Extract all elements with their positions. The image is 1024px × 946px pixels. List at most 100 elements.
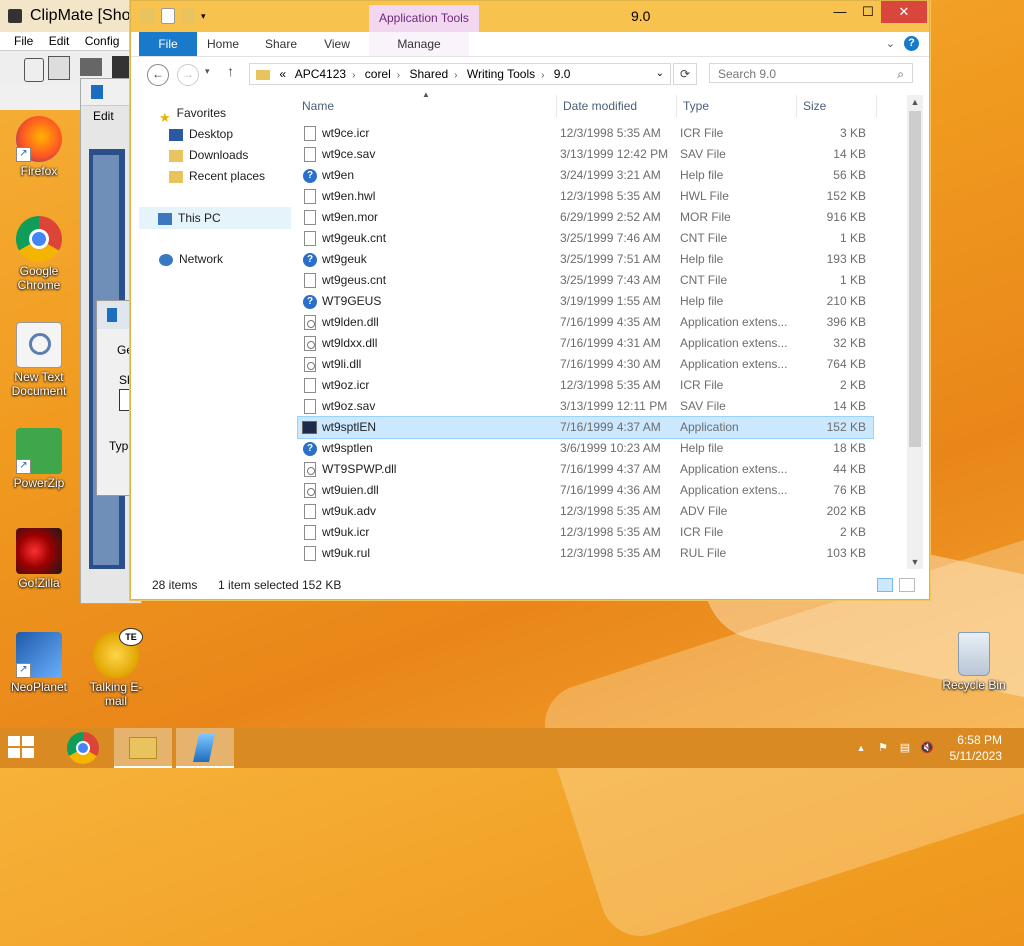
column-header-type[interactable]: Type xyxy=(677,95,797,117)
desktop-icon-firefox[interactable]: ↗ Firefox xyxy=(3,116,75,178)
show-hidden-icons-icon[interactable]: ▲ xyxy=(854,741,868,755)
file-row[interactable]: ? wt9en 3/24/1999 3:21 AM Help file 56 KB xyxy=(298,165,873,186)
address-bar[interactable]: « APC4123 › corel › Shared › Writing Tools ›… xyxy=(249,63,671,85)
close-button[interactable]: ✕ xyxy=(881,1,927,23)
back-button[interactable]: ← xyxy=(147,64,169,86)
volume-muted-icon[interactable]: 🔇 xyxy=(920,741,934,755)
file-row[interactable]: wt9uk.icr 12/3/1998 5:35 AM ICR File 2 KB xyxy=(298,522,873,543)
file-row[interactable]: ? wt9sptlen 3/6/1999 10:23 AM Help file 18 K… xyxy=(298,438,873,459)
forward-button[interactable]: → xyxy=(177,64,199,86)
minimize-button[interactable]: — xyxy=(825,1,855,23)
nav-favorites[interactable]: ★ Favorites xyxy=(159,103,226,125)
desktop-icon-neoplanet[interactable]: ↗ NeoPlanet xyxy=(3,632,75,694)
notepad-icon[interactable] xyxy=(48,56,70,80)
desktop-icon-talking-email[interactable]: TE Talking E-mail xyxy=(80,628,152,708)
file-row[interactable]: WT9SPWP.dll 7/16/1999 4:37 AM Application … xyxy=(298,459,873,480)
menu-edit[interactable]: Edit xyxy=(49,34,70,48)
desktop-icon-new-text-document[interactable]: New Text Document xyxy=(3,322,75,398)
file-type: Help file xyxy=(680,294,724,308)
search-icon[interactable]: ⌕ xyxy=(897,64,904,84)
breadcrumb-separator-icon[interactable]: › xyxy=(352,70,355,81)
file-name: wt9geuk.cnt xyxy=(322,231,387,245)
file-row[interactable]: wt9uien.dll 7/16/1999 4:36 AM Application … xyxy=(298,480,873,501)
refresh-button[interactable]: ⟳ xyxy=(673,63,697,85)
breadcrumb-separator-icon[interactable]: › xyxy=(397,70,400,81)
file-row[interactable]: wt9en.mor 6/29/1999 2:52 AM MOR File 916 KB xyxy=(298,207,873,228)
file-row[interactable]: wt9uk.adv 12/3/1998 5:35 AM ADV File 202 KB xyxy=(298,501,873,522)
tab-view[interactable]: View xyxy=(311,32,363,56)
breadcrumb-separator-icon[interactable]: › xyxy=(454,70,457,81)
menu-config[interactable]: Config xyxy=(85,34,120,48)
column-header-size[interactable]: Size xyxy=(797,95,877,117)
new-folder-icon[interactable] xyxy=(181,8,195,24)
scroll-thumb[interactable] xyxy=(909,111,921,447)
nav-desktop[interactable]: Desktop xyxy=(169,124,233,144)
file-row[interactable]: wt9ldxx.dll 7/16/1999 4:31 AM Application … xyxy=(298,333,873,354)
nav-this-pc[interactable]: This PC xyxy=(139,207,291,229)
file-row[interactable]: wt9oz.icr 12/3/1998 5:35 AM ICR File 2 KB xyxy=(298,375,873,396)
taskbar-file-explorer[interactable] xyxy=(114,728,172,768)
clipmate-titlebar[interactable]: ClipMate [Shor xyxy=(0,0,140,32)
address-dropdown-icon[interactable]: ⌄ xyxy=(656,64,664,84)
desktop-icon-recycle-bin[interactable]: Recycle Bin xyxy=(938,632,1010,692)
nav-downloads[interactable]: Downloads xyxy=(169,145,248,165)
breadcrumb-apc4123[interactable]: APC4123 xyxy=(295,67,346,81)
file-row[interactable]: ? WT9GEUS 3/19/1999 1:55 AM Help file 210 KB xyxy=(298,291,873,312)
breadcrumb-writing-tools[interactable]: Writing Tools xyxy=(467,67,535,81)
scroll-up-icon[interactable]: ▲ xyxy=(907,95,923,109)
desktop-icon-gozilla[interactable]: Go!Zilla xyxy=(3,528,75,590)
vertical-scrollbar[interactable]: ▲ ▼ xyxy=(907,95,923,569)
file-icon xyxy=(304,525,316,540)
properties-icon[interactable] xyxy=(161,8,175,24)
column-header-date-modified[interactable]: Date modified xyxy=(557,95,677,117)
desktop-icon-chrome[interactable]: Google Chrome xyxy=(3,216,75,292)
toolbar-icon[interactable] xyxy=(24,58,44,82)
breadcrumb-9-0[interactable]: 9.0 xyxy=(554,67,571,81)
large-icons-view-button[interactable] xyxy=(899,578,915,592)
file-row[interactable]: wt9sptlEN 7/16/1999 4:37 AM Application 152… xyxy=(297,416,874,439)
tab-manage[interactable]: Manage xyxy=(369,32,469,56)
quick-access-toolbar: ▾ xyxy=(139,8,206,24)
file-row[interactable]: wt9oz.sav 3/13/1999 12:11 PM SAV File 14 KB xyxy=(298,396,873,417)
breadcrumb-shared[interactable]: Shared xyxy=(409,67,448,81)
breadcrumb-corel[interactable]: corel xyxy=(365,67,391,81)
tab-home[interactable]: Home xyxy=(197,32,249,56)
file-row[interactable]: wt9li.dll 7/16/1999 4:30 AM Application ex… xyxy=(298,354,873,375)
file-row[interactable]: ? wt9geuk 3/25/1999 7:51 AM Help file 193 KB xyxy=(298,249,873,270)
menu-file[interactable]: File xyxy=(14,34,33,48)
chevron-down-icon[interactable]: ▾ xyxy=(201,8,206,24)
column-header-name[interactable]: Name xyxy=(296,95,557,117)
tab-file[interactable]: File xyxy=(139,32,197,56)
expand-ribbon-icon[interactable]: ⌄ xyxy=(886,37,895,50)
clock[interactable]: 6:58 PM 5/11/2023 xyxy=(950,732,1003,764)
start-button[interactable] xyxy=(8,736,36,760)
tab-share[interactable]: Share xyxy=(255,32,307,56)
up-button[interactable]: ↑ xyxy=(227,63,234,79)
details-view-button[interactable] xyxy=(877,578,893,592)
file-explorer-window[interactable]: ▾ Application Tools 9.0 — ☐ ✕ File Home … xyxy=(130,0,930,600)
desktop-icon-powerzip[interactable]: ↗ PowerZip xyxy=(3,428,75,490)
file-row[interactable]: wt9lden.dll 7/16/1999 4:35 AM Application … xyxy=(298,312,873,333)
file-row[interactable]: wt9geus.cnt 3/25/1999 7:43 AM CNT File 1 KB xyxy=(298,270,873,291)
search-input[interactable]: Search 9.0 ⌕ xyxy=(709,63,913,83)
file-row[interactable]: wt9ce.icr 12/3/1998 5:35 AM ICR File 3 KB xyxy=(298,123,873,144)
breadcrumb-separator-icon[interactable]: › xyxy=(541,70,544,81)
taskbar-chrome[interactable] xyxy=(54,728,112,768)
nav-recent-places[interactable]: Recent places xyxy=(169,166,265,186)
recent-locations-icon[interactable]: ▾ xyxy=(205,66,210,77)
tool-icon[interactable] xyxy=(112,56,132,78)
file-row[interactable]: wt9en.hwl 12/3/1998 5:35 AM HWL File 152 KB xyxy=(298,186,873,207)
help-button[interactable]: ? xyxy=(904,36,919,51)
nav-network[interactable]: Network xyxy=(159,249,223,269)
file-row[interactable]: wt9geuk.cnt 3/25/1999 7:46 AM CNT File 1 KB xyxy=(298,228,873,249)
action-center-flag-icon[interactable]: ⚑ xyxy=(876,741,890,755)
maximize-button[interactable]: ☐ xyxy=(853,1,883,23)
printer-icon[interactable] xyxy=(80,58,102,76)
scroll-down-icon[interactable]: ▼ xyxy=(907,555,923,569)
address-overflow[interactable]: « xyxy=(279,67,286,81)
explorer-titlebar[interactable]: ▾ Application Tools 9.0 — ☐ ✕ xyxy=(131,1,929,32)
taskbar-writing-tools[interactable] xyxy=(176,728,234,768)
file-row[interactable]: wt9ce.sav 3/13/1999 12:42 PM SAV File 14 KB xyxy=(298,144,873,165)
network-icon[interactable]: ▤ xyxy=(898,741,912,755)
file-row[interactable]: wt9uk.rul 12/3/1998 5:35 AM RUL File 103 KB xyxy=(298,543,873,564)
